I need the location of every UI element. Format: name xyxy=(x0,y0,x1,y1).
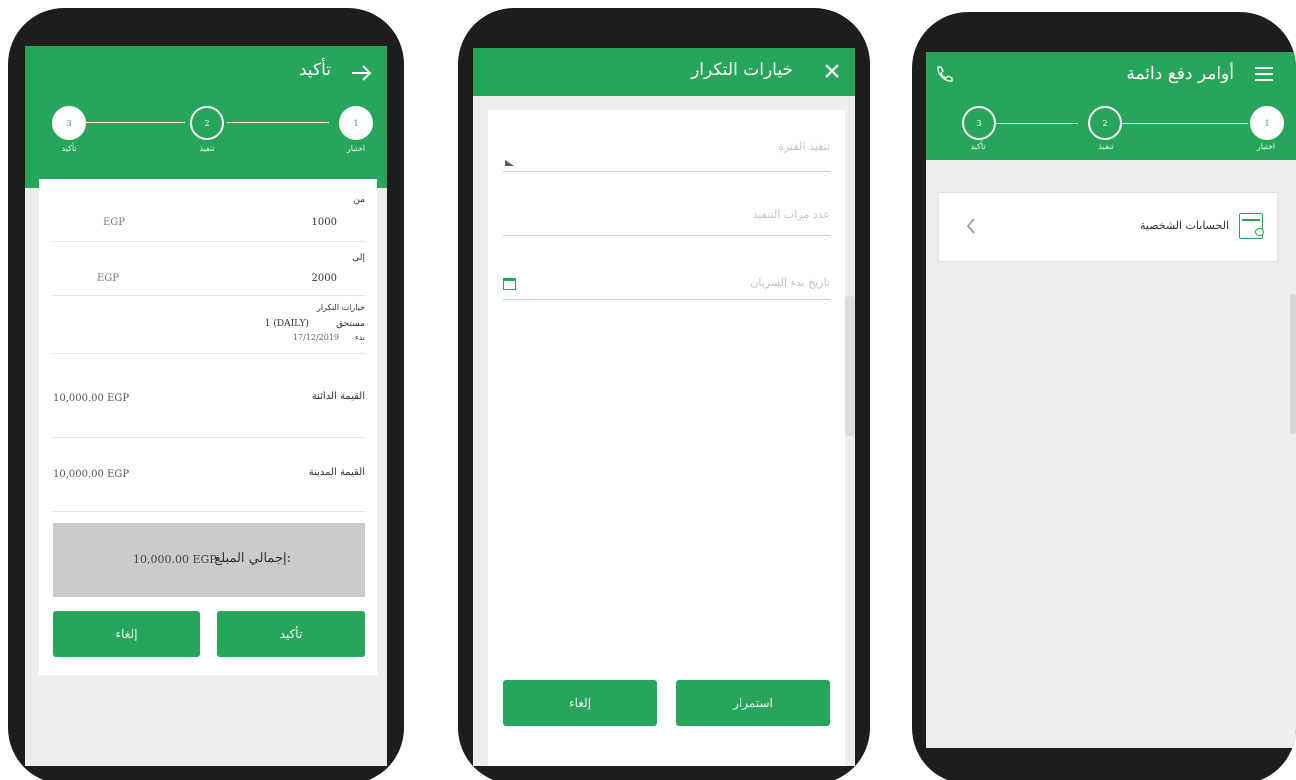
confirm-button[interactable]: تأكيد xyxy=(217,611,365,657)
hamburger-menu-icon[interactable] xyxy=(1252,62,1276,86)
repeat-start-value: 17/12/2019 xyxy=(292,333,339,342)
debit-label: القيمة المدينة xyxy=(308,467,365,478)
stepper-line xyxy=(83,122,185,123)
start-date-placeholder: تاريخ بدء السريان xyxy=(750,276,830,289)
stepper-line xyxy=(1122,123,1248,124)
stepper: 1 اختيار 2 تنفيذ 3 تأكيد xyxy=(926,106,1296,160)
repeat-due-value: 1 (DAILY) xyxy=(264,319,309,329)
divider xyxy=(53,511,365,512)
credit-label: القيمة الدائنة xyxy=(311,391,365,402)
total-value: 10,000.00 EGP xyxy=(133,553,217,566)
total-label: إجمالي المبلغ: xyxy=(214,551,291,566)
continue-button[interactable]: استمرار xyxy=(676,680,830,726)
step-number: 1 xyxy=(353,118,359,128)
screen-repeat: خيارات التكرار تنفيذ الفترة عدد مرات الت… xyxy=(473,48,855,766)
summary-card: من 1000 EGP إلى 2000 EGP خيارات التكرار … xyxy=(39,179,377,675)
credit-value: 10,000.00 EGP xyxy=(53,393,130,404)
step-number: 2 xyxy=(204,118,210,128)
from-currency: EGP xyxy=(103,217,126,228)
step-3[interactable]: 3 xyxy=(962,106,996,140)
phone-frame-repeat: خيارات التكرار تنفيذ الفترة عدد مرات الت… xyxy=(458,8,870,780)
to-amount: 2000 xyxy=(311,273,337,284)
accounts-label: الحسابات الشخصية xyxy=(1139,219,1229,232)
arrow-right-icon[interactable] xyxy=(345,56,379,90)
debit-value: 10,000.00 EGP xyxy=(53,469,130,480)
stepper: 1 اختيار 2 تنفيذ 3 تأكيد xyxy=(25,104,387,174)
stepper-line xyxy=(227,122,329,123)
chevron-left-icon[interactable] xyxy=(965,217,977,239)
scrollbar[interactable] xyxy=(845,296,855,436)
total-box: إجمالي المبلغ: 10,000.00 EGP xyxy=(53,523,365,597)
count-placeholder: عدد مرات التنفيذ xyxy=(752,208,830,221)
scrollbar[interactable] xyxy=(1290,294,1296,434)
field-underline xyxy=(503,235,830,236)
cancel-button[interactable]: إلغاء xyxy=(53,611,200,657)
start-date-field[interactable]: تاريخ بدء السريان xyxy=(503,272,830,300)
step-number: 2 xyxy=(1102,118,1108,128)
step-label: تأكيد xyxy=(970,142,986,151)
repeat-start-label: بدء xyxy=(354,333,365,342)
divider xyxy=(53,353,365,354)
repeat-form: تنفيذ الفترة عدد مرات التنفيذ تاريخ بدء … xyxy=(488,110,845,766)
calendar-icon[interactable] xyxy=(503,278,516,290)
step-2[interactable]: 2 xyxy=(1088,106,1122,140)
close-icon[interactable] xyxy=(817,56,847,86)
repeat-due-label: مستحق xyxy=(336,319,365,329)
step-number: 3 xyxy=(976,118,982,128)
step-label: تأكيد xyxy=(61,144,77,153)
page-title: تأكيد xyxy=(298,60,331,80)
cancel-button[interactable]: إلغاء xyxy=(503,680,657,726)
step-number: 3 xyxy=(66,118,72,128)
page-title: خيارات التكرار xyxy=(691,60,793,80)
to-currency: EGP xyxy=(97,273,120,284)
from-label: من xyxy=(353,195,365,205)
app-bar: خيارات التكرار xyxy=(473,48,855,96)
step-number: 1 xyxy=(1264,118,1270,128)
step-3[interactable]: 3 xyxy=(52,106,86,140)
period-field[interactable]: تنفيذ الفترة xyxy=(503,140,830,172)
phone-frame-confirm: تأكيد 1 اختيار 2 تنفيذ 3 تأكيد من 1000 E… xyxy=(8,8,404,780)
screen-orders: أوامر دفع دائمة 1 اختيار 2 تنفيذ 3 تأكيد… xyxy=(926,52,1296,748)
period-placeholder: تنفيذ الفترة xyxy=(778,140,830,153)
stepper-line xyxy=(996,123,1078,124)
step-1[interactable]: 1 xyxy=(1250,106,1284,140)
count-field[interactable]: عدد مرات التنفيذ xyxy=(503,208,830,236)
step-1[interactable]: 1 xyxy=(339,106,373,140)
wallet-icon xyxy=(1239,213,1264,239)
from-amount: 1000 xyxy=(311,217,337,228)
divider xyxy=(53,241,365,242)
step-label: اختيار xyxy=(346,144,366,153)
app-bar: أوامر دفع دائمة 1 اختيار 2 تنفيذ 3 تأكيد xyxy=(926,52,1296,160)
to-label: إلى xyxy=(352,253,365,263)
app-bar: تأكيد 1 اختيار 2 تنفيذ 3 تأكيد xyxy=(25,46,387,188)
accounts-item[interactable]: الحسابات الشخصية xyxy=(938,192,1278,262)
screen-confirm: تأكيد 1 اختيار 2 تنفيذ 3 تأكيد من 1000 E… xyxy=(25,46,387,766)
phone-frame-orders: أوامر دفع دائمة 1 اختيار 2 تنفيذ 3 تأكيد… xyxy=(912,12,1296,780)
step-label: اختيار xyxy=(1256,142,1276,151)
divider xyxy=(53,295,365,296)
step-2[interactable]: 2 xyxy=(190,106,224,140)
field-underline xyxy=(503,299,830,300)
field-underline xyxy=(503,171,830,172)
page-title: أوامر دفع دائمة xyxy=(1126,64,1234,84)
step-label: تنفيذ xyxy=(1098,142,1114,151)
step-label: تنفيذ xyxy=(199,144,215,153)
dropdown-caret-icon xyxy=(505,160,514,166)
repeat-label: خيارات التكرار xyxy=(317,303,365,312)
phone-icon[interactable] xyxy=(932,62,956,86)
divider xyxy=(53,437,365,438)
